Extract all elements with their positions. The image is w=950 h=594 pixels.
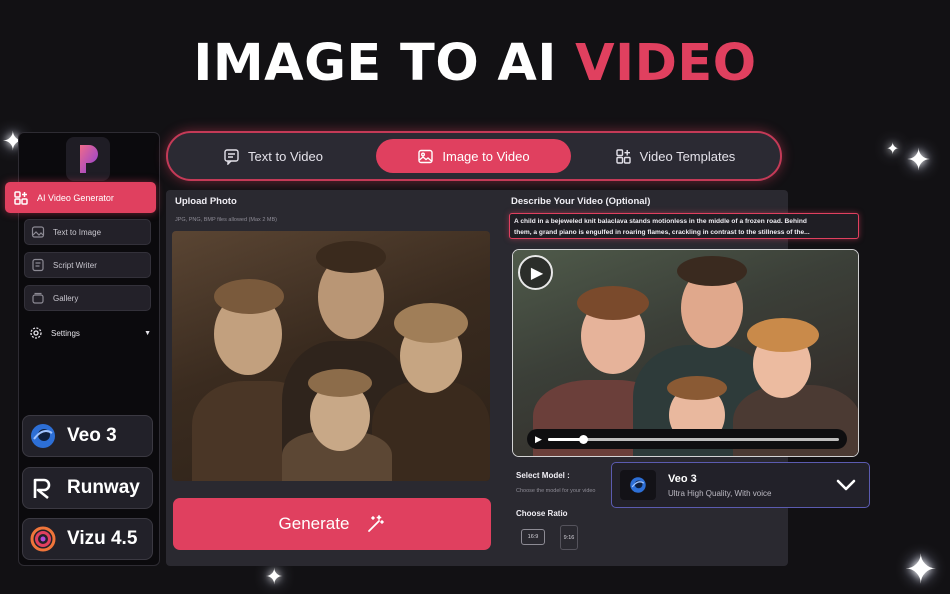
- selected-model-name: Veo 3: [668, 472, 697, 485]
- main-panel: Upload Photo JPG, PNG, BMP files allowed…: [166, 190, 870, 566]
- generate-button[interactable]: Generate: [173, 498, 491, 550]
- sidebar-item-label: Text to Image: [53, 227, 102, 237]
- select-model-hint: Choose the model for your video: [516, 488, 596, 494]
- sparkle-icon: ✦: [265, 564, 284, 589]
- grid-plus-icon: [615, 148, 631, 164]
- sparkle-icon: ✦: [906, 144, 932, 177]
- app-logo: [66, 137, 110, 181]
- seek-thumb[interactable]: [578, 434, 588, 444]
- uploaded-photo[interactable]: [172, 231, 490, 481]
- sidebar-item-label: Script Writer: [53, 260, 97, 270]
- hero-title: IMAGE TO AI VIDEO: [0, 34, 950, 93]
- sidebar-item-label: AI Video Generator: [37, 192, 114, 203]
- sparkle-icon: ✦: [904, 548, 938, 592]
- vizu-logo-icon: [30, 526, 56, 552]
- sparkle-icon: ✦: [886, 141, 900, 158]
- model-chip-runway[interactable]: Runway: [22, 467, 153, 509]
- upload-photo-label: Upload Photo: [175, 196, 237, 207]
- model-chip-vizu[interactable]: Vizu 4.5: [22, 518, 153, 560]
- chat-icon: [224, 148, 239, 165]
- gear-icon: [30, 327, 42, 339]
- model-chip-label: Runway: [67, 477, 140, 498]
- ratio-label: 16:9: [527, 534, 539, 540]
- tab-label: Image to Video: [442, 148, 530, 164]
- seek-progress: [547, 437, 583, 441]
- magic-wand-icon: [368, 515, 385, 532]
- seek-track[interactable]: [547, 434, 839, 444]
- sidebar-item-script-writer[interactable]: Script Writer: [24, 252, 151, 278]
- ratio-16-9-button[interactable]: 16:9: [521, 529, 545, 545]
- model-chip-veo[interactable]: Veo 3: [22, 415, 153, 457]
- sidebar-item-label: Settings: [51, 328, 80, 338]
- sidebar: AI Video Generator Text to Image Script …: [5, 132, 160, 566]
- runway-logo-icon: [33, 478, 51, 500]
- veo-logo-icon: [620, 470, 656, 500]
- prompt-textarea[interactable]: A child in a bejeweled knit balaclava st…: [509, 213, 859, 239]
- upload-hint: JPG, PNG, BMP files allowed (Max 2 MB): [175, 217, 277, 223]
- sidebar-item-ai-video-generator[interactable]: AI Video Generator: [5, 182, 156, 213]
- ratio-9-16-button[interactable]: 9:16: [560, 525, 578, 550]
- chevron-down-icon: [836, 479, 856, 491]
- image-icon: [418, 149, 434, 163]
- play-icon: ▶: [530, 264, 544, 282]
- tab-video-templates[interactable]: Video Templates: [600, 139, 750, 173]
- model-dropdown[interactable]: Veo 3 Ultra High Quality, With voice: [611, 462, 870, 508]
- play-icon[interactable]: ▶: [535, 434, 542, 445]
- sidebar-item-gallery[interactable]: Gallery: [24, 285, 151, 311]
- image-icon: [31, 226, 45, 238]
- sidebar-item-settings[interactable]: Settings ▼: [29, 323, 151, 343]
- grid-plus-icon: [14, 190, 28, 205]
- selected-model-desc: Ultra High Quality, With voice: [668, 488, 772, 498]
- video-preview[interactable]: ▶ ▶: [512, 249, 859, 457]
- hero-title-accent: VIDEO: [575, 34, 757, 93]
- gallery-icon: [32, 292, 44, 304]
- tab-image-to-video[interactable]: Image to Video: [376, 139, 571, 173]
- mode-tabs: Text to Video Image to Video Video Templ…: [166, 131, 782, 181]
- select-model-label: Select Model :: [516, 471, 570, 480]
- choose-ratio-label: Choose Ratio: [516, 509, 568, 518]
- hero-title-main: IMAGE TO AI: [193, 34, 576, 93]
- document-icon: [32, 258, 44, 272]
- tab-text-to-video[interactable]: Text to Video: [208, 139, 338, 173]
- ratio-label: 9:16: [563, 534, 575, 541]
- sidebar-item-label: Gallery: [53, 293, 79, 303]
- caret-down-icon: ▼: [144, 329, 151, 337]
- generate-label: Generate: [278, 514, 350, 533]
- prompt-line: A child in a bejeweled knit balaclava st…: [514, 218, 807, 225]
- play-button[interactable]: ▶: [518, 255, 553, 290]
- prompt-line: them, a grand piano is engulfed in roari…: [514, 229, 810, 236]
- video-seekbar[interactable]: ▶: [527, 429, 847, 449]
- sidebar-item-text-to-image[interactable]: Text to Image: [24, 219, 151, 245]
- tab-label: Video Templates: [639, 148, 736, 164]
- veo-logo-icon: [31, 424, 55, 448]
- model-chip-label: Vizu 4.5: [67, 528, 138, 549]
- tab-label: Text to Video: [248, 148, 323, 164]
- describe-label: Describe Your Video (Optional): [511, 196, 651, 207]
- model-chip-label: Veo 3: [67, 425, 117, 446]
